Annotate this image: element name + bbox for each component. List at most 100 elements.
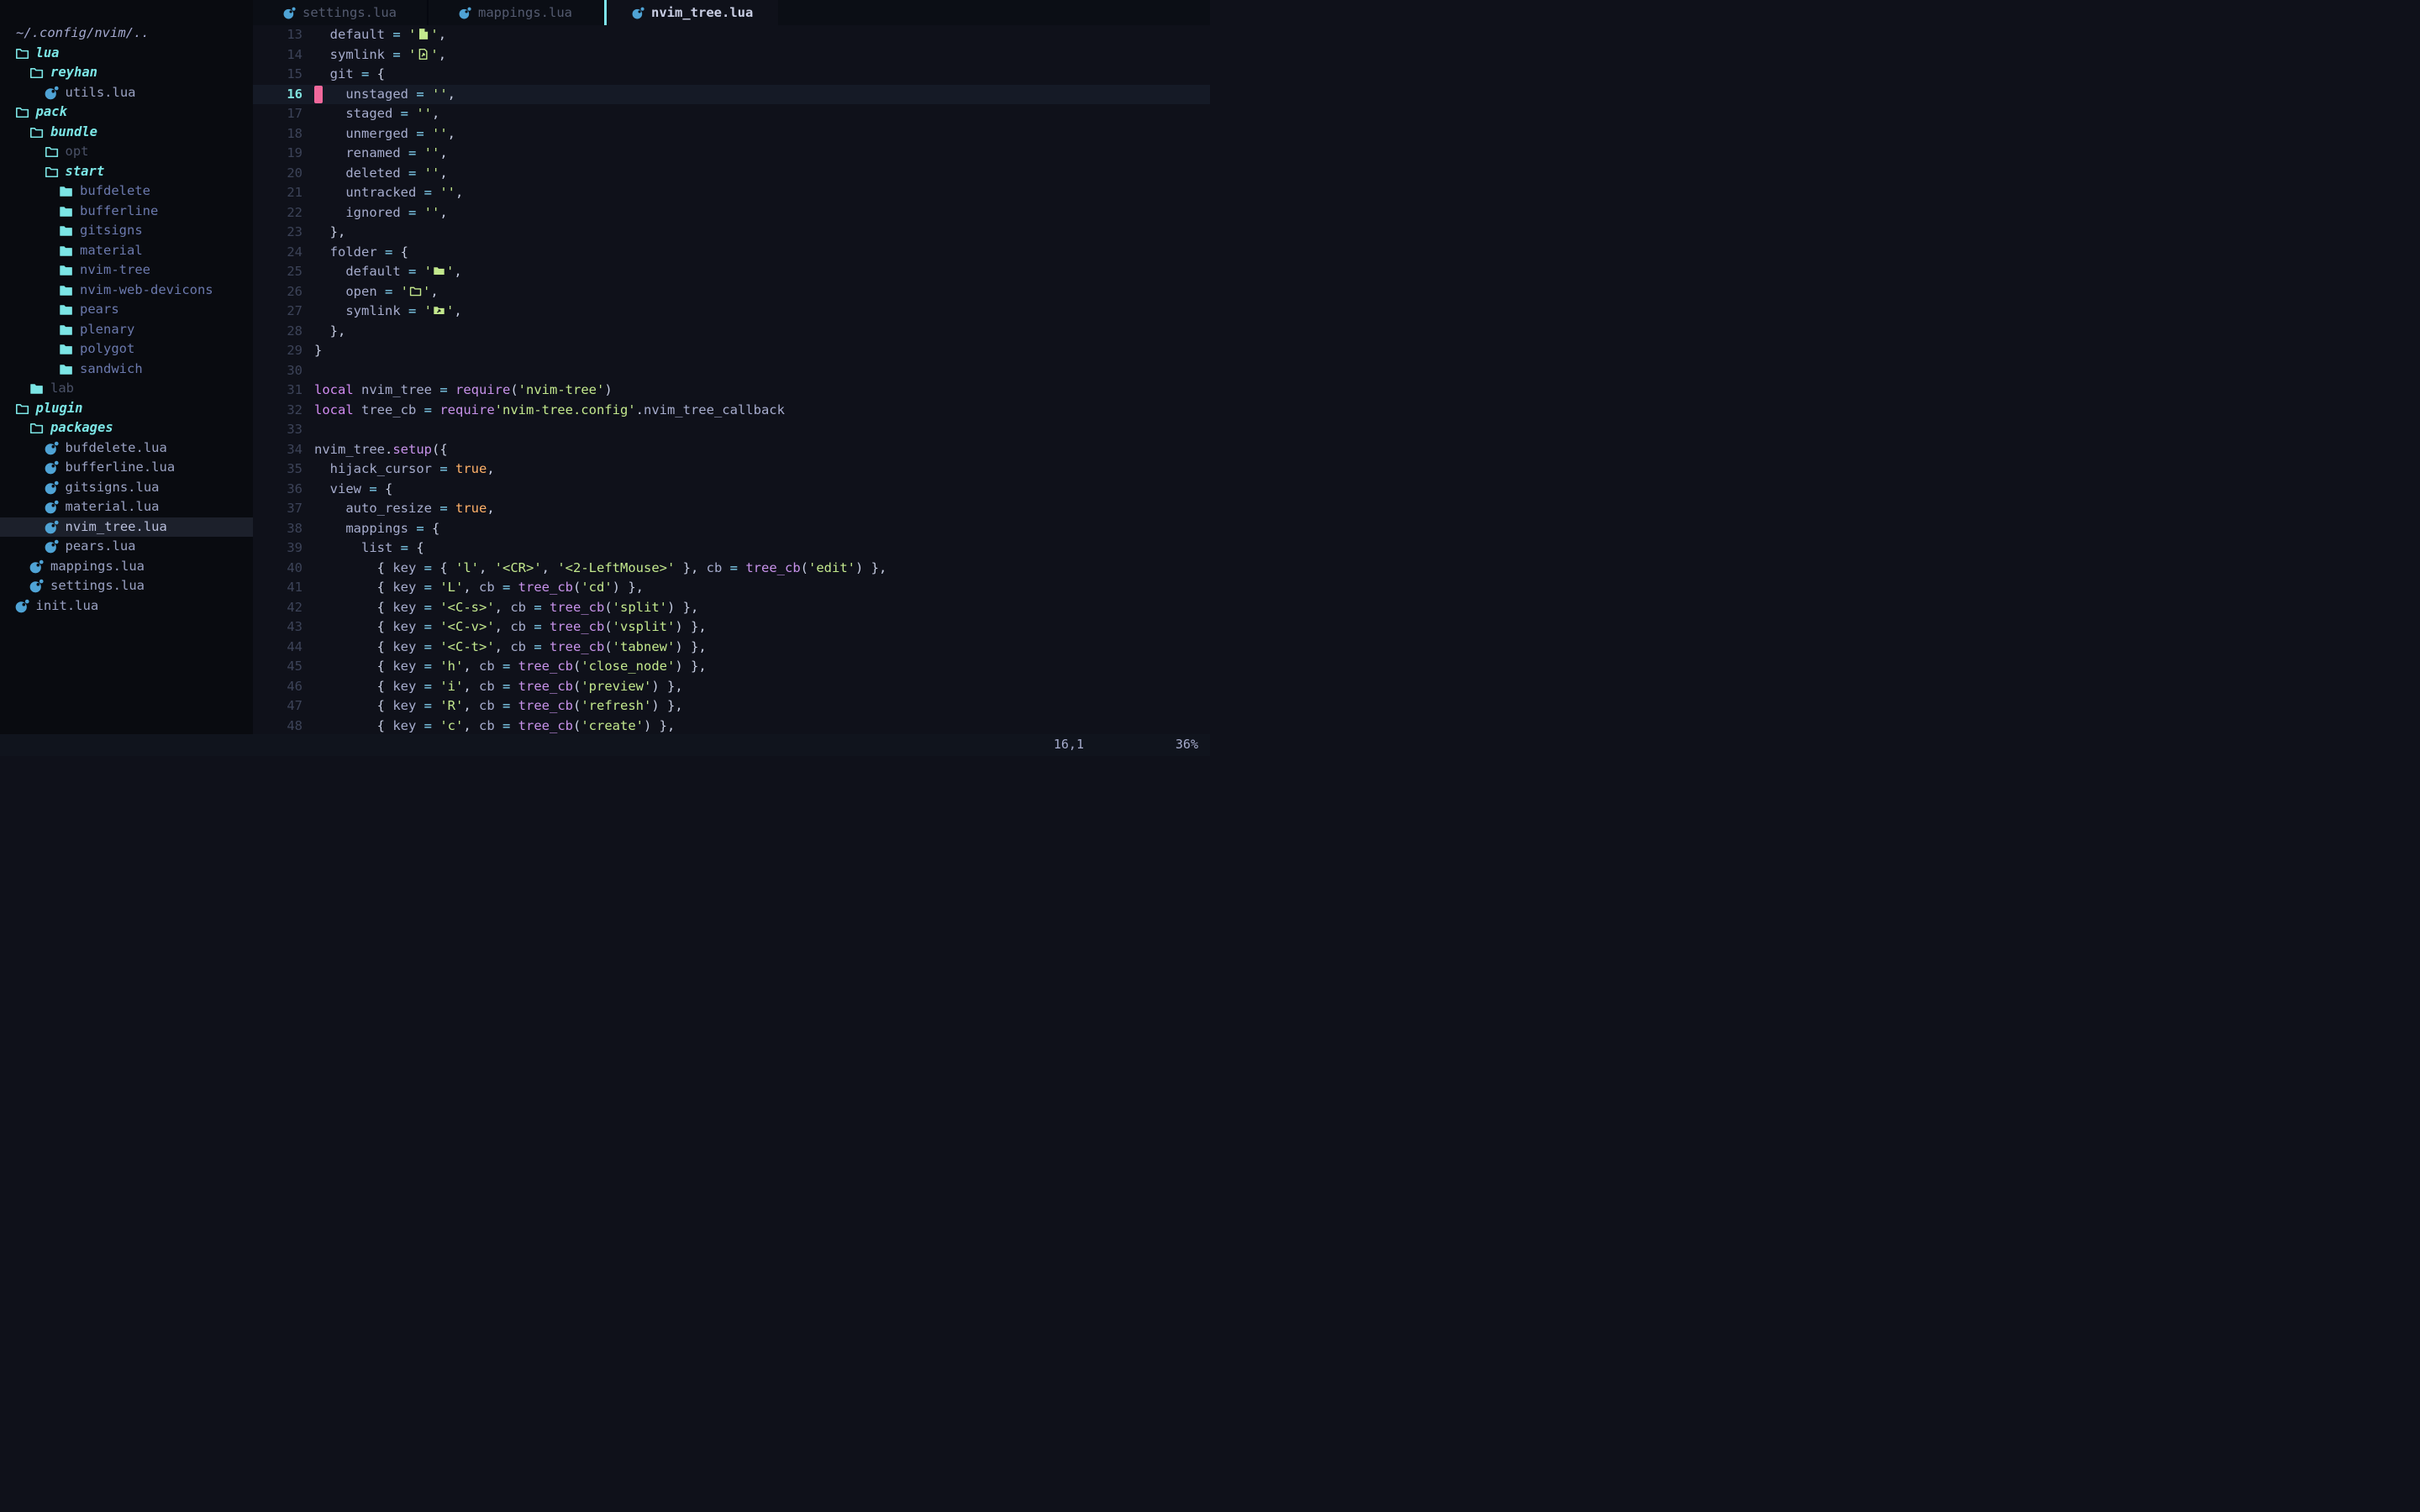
tree-item-polygot[interactable]: polygot xyxy=(0,339,253,360)
code-line-text: hijack_cursor = true, xyxy=(302,459,1210,480)
token-punc: , xyxy=(495,600,511,615)
tree-item-bufdelete[interactable]: bufdelete xyxy=(0,181,253,202)
tree-item-reyhan[interactable]: reyhan xyxy=(0,63,253,83)
code-line-15[interactable]: 15 git = { xyxy=(253,65,1210,85)
token-op: = xyxy=(401,106,417,121)
tree-item-utils.lua[interactable]: utils.lua xyxy=(0,83,253,103)
tree-item-pears.lua[interactable]: pears.lua xyxy=(0,537,253,557)
code-line-39[interactable]: 39 list = { xyxy=(253,538,1210,559)
token-fn: tree_cb xyxy=(550,600,604,615)
code-line-text: { key = { 'l', '<CR>', '<2-LeftMouse>' }… xyxy=(302,559,1210,579)
code-line-48[interactable]: 48 { key = 'c', cb = tree_cb('create') }… xyxy=(253,717,1210,735)
code-line-text: deleted = '', xyxy=(302,164,1210,184)
tree-item-label: utils.lua xyxy=(66,83,136,103)
code-line-46[interactable]: 46 { key = 'i', cb = tree_cb('preview') … xyxy=(253,677,1210,697)
tree-item-bufferline.lua[interactable]: bufferline.lua xyxy=(0,458,253,478)
tree-item-plugin[interactable]: plugin xyxy=(0,399,253,419)
code-line-43[interactable]: 43 { key = '<C-v>', cb = tree_cb('vsplit… xyxy=(253,617,1210,638)
code-line-40[interactable]: 40 { key = { 'l', '<CR>', '<2-LeftMouse>… xyxy=(253,559,1210,579)
code-line-41[interactable]: 41 { key = 'L', cb = tree_cb('cd') }, xyxy=(253,578,1210,598)
tree-item-nvim-tree[interactable]: nvim-tree xyxy=(0,260,253,281)
code-line-25[interactable]: 25 default = '', xyxy=(253,262,1210,282)
tree-item-packages[interactable]: packages xyxy=(0,418,253,438)
tree-item-nvim_tree.lua[interactable]: nvim_tree.lua xyxy=(0,517,253,538)
code-line-22[interactable]: 22 ignored = '', xyxy=(253,203,1210,223)
line-number: 23 xyxy=(253,223,302,243)
line-number: 44 xyxy=(253,638,302,658)
tree-item-nvim-web-devicons[interactable]: nvim-web-devicons xyxy=(0,281,253,301)
tree-item-sandwich[interactable]: sandwich xyxy=(0,360,253,380)
token-str: ' xyxy=(446,303,454,318)
code-line-47[interactable]: 47 { key = 'R', cb = tree_cb('refresh') … xyxy=(253,696,1210,717)
tree-item-label: plenary xyxy=(80,320,134,340)
tree-item-bundle[interactable]: bundle xyxy=(0,123,253,143)
file-tree: luareyhanutils.luapackbundleoptstartbufd… xyxy=(0,44,253,617)
code-line-text: }, xyxy=(302,322,1210,342)
code-line-16[interactable]: 16 unstaged = '', xyxy=(253,85,1210,105)
code-line-28[interactable]: 28 }, xyxy=(253,322,1210,342)
lua-file-icon xyxy=(45,86,59,100)
token-str: 'vsplit' xyxy=(613,619,676,634)
tab-nvim_tree.lua[interactable]: nvim_tree.lua xyxy=(604,0,778,25)
line-number: 47 xyxy=(253,696,302,717)
line-number: 43 xyxy=(253,617,302,638)
code-line-38[interactable]: 38 mappings = { xyxy=(253,519,1210,539)
code-line-31[interactable]: 31local nvim_tree = require('nvim-tree') xyxy=(253,381,1210,401)
tree-item-pears[interactable]: pears xyxy=(0,300,253,320)
tab-settings.lua[interactable]: settings.lua xyxy=(253,0,429,25)
code-line-24[interactable]: 24 folder = { xyxy=(253,243,1210,263)
tree-item-lab[interactable]: lab xyxy=(0,379,253,399)
code-line-21[interactable]: 21 untracked = '', xyxy=(253,183,1210,203)
folder-closed-tree-icon xyxy=(59,184,73,198)
code-line-20[interactable]: 20 deleted = '', xyxy=(253,164,1210,184)
tree-item-gitsigns.lua[interactable]: gitsigns.lua xyxy=(0,478,253,498)
tree-item-label: lua xyxy=(36,44,60,64)
code-line-26[interactable]: 26 open = '', xyxy=(253,282,1210,302)
code-line-37[interactable]: 37 auto_resize = true, xyxy=(253,499,1210,519)
tree-item-bufferline[interactable]: bufferline xyxy=(0,202,253,222)
token-fn: setup xyxy=(392,442,432,457)
tree-item-init.lua[interactable]: init.lua xyxy=(0,596,253,617)
code-area[interactable]: 13 default = '',14 symlink = '',15 git =… xyxy=(253,25,1210,734)
code-line-18[interactable]: 18 unmerged = '', xyxy=(253,124,1210,144)
code-line-33[interactable]: 33 xyxy=(253,420,1210,440)
tree-item-plenary[interactable]: plenary xyxy=(0,320,253,340)
tree-item-bufdelete.lua[interactable]: bufdelete.lua xyxy=(0,438,253,459)
code-line-44[interactable]: 44 { key = '<C-t>', cb = tree_cb('tabnew… xyxy=(253,638,1210,658)
code-line-32[interactable]: 32local tree_cb = require'nvim-tree.conf… xyxy=(253,401,1210,421)
code-line-34[interactable]: 34nvim_tree.setup({ xyxy=(253,440,1210,460)
tree-item-start[interactable]: start xyxy=(0,162,253,182)
code-line-35[interactable]: 35 hijack_cursor = true, xyxy=(253,459,1210,480)
code-line-29[interactable]: 29} xyxy=(253,341,1210,361)
token-punc: ( xyxy=(604,600,612,615)
cursor-block xyxy=(314,86,323,104)
code-line-23[interactable]: 23 }, xyxy=(253,223,1210,243)
lua-file-icon xyxy=(283,7,296,19)
code-line-27[interactable]: 27 symlink = '', xyxy=(253,302,1210,322)
token-str: ' xyxy=(430,47,438,62)
tree-item-settings.lua[interactable]: settings.lua xyxy=(0,576,253,596)
code-line-19[interactable]: 19 renamed = '', xyxy=(253,144,1210,164)
token-punc: { xyxy=(439,560,455,575)
tree-item-pack[interactable]: pack xyxy=(0,102,253,123)
code-line-13[interactable]: 13 default = '', xyxy=(253,25,1210,45)
lua-file-icon xyxy=(632,7,644,19)
code-line-17[interactable]: 17 staged = '', xyxy=(253,104,1210,124)
token-op: = xyxy=(424,402,440,417)
code-line-42[interactable]: 42 { key = '<C-s>', cb = tree_cb('split'… xyxy=(253,598,1210,618)
tree-item-gitsigns[interactable]: gitsigns xyxy=(0,221,253,241)
tree-item-material[interactable]: material xyxy=(0,241,253,261)
tree-item-opt[interactable]: opt xyxy=(0,142,253,162)
token-punc: , xyxy=(463,659,479,674)
code-line-36[interactable]: 36 view = { xyxy=(253,480,1210,500)
tree-item-lua[interactable]: lua xyxy=(0,44,253,64)
tab-mappings.lua[interactable]: mappings.lua xyxy=(429,0,604,25)
code-line-14[interactable]: 14 symlink = '', xyxy=(253,45,1210,66)
tree-item-material.lua[interactable]: material.lua xyxy=(0,497,253,517)
token-op: = xyxy=(424,619,440,634)
tree-item-mappings.lua[interactable]: mappings.lua xyxy=(0,557,253,577)
code-line-30[interactable]: 30 xyxy=(253,361,1210,381)
code-line-45[interactable]: 45 { key = 'h', cb = tree_cb('close_node… xyxy=(253,657,1210,677)
token-op: = xyxy=(424,560,440,575)
token-punc: { xyxy=(377,66,385,81)
